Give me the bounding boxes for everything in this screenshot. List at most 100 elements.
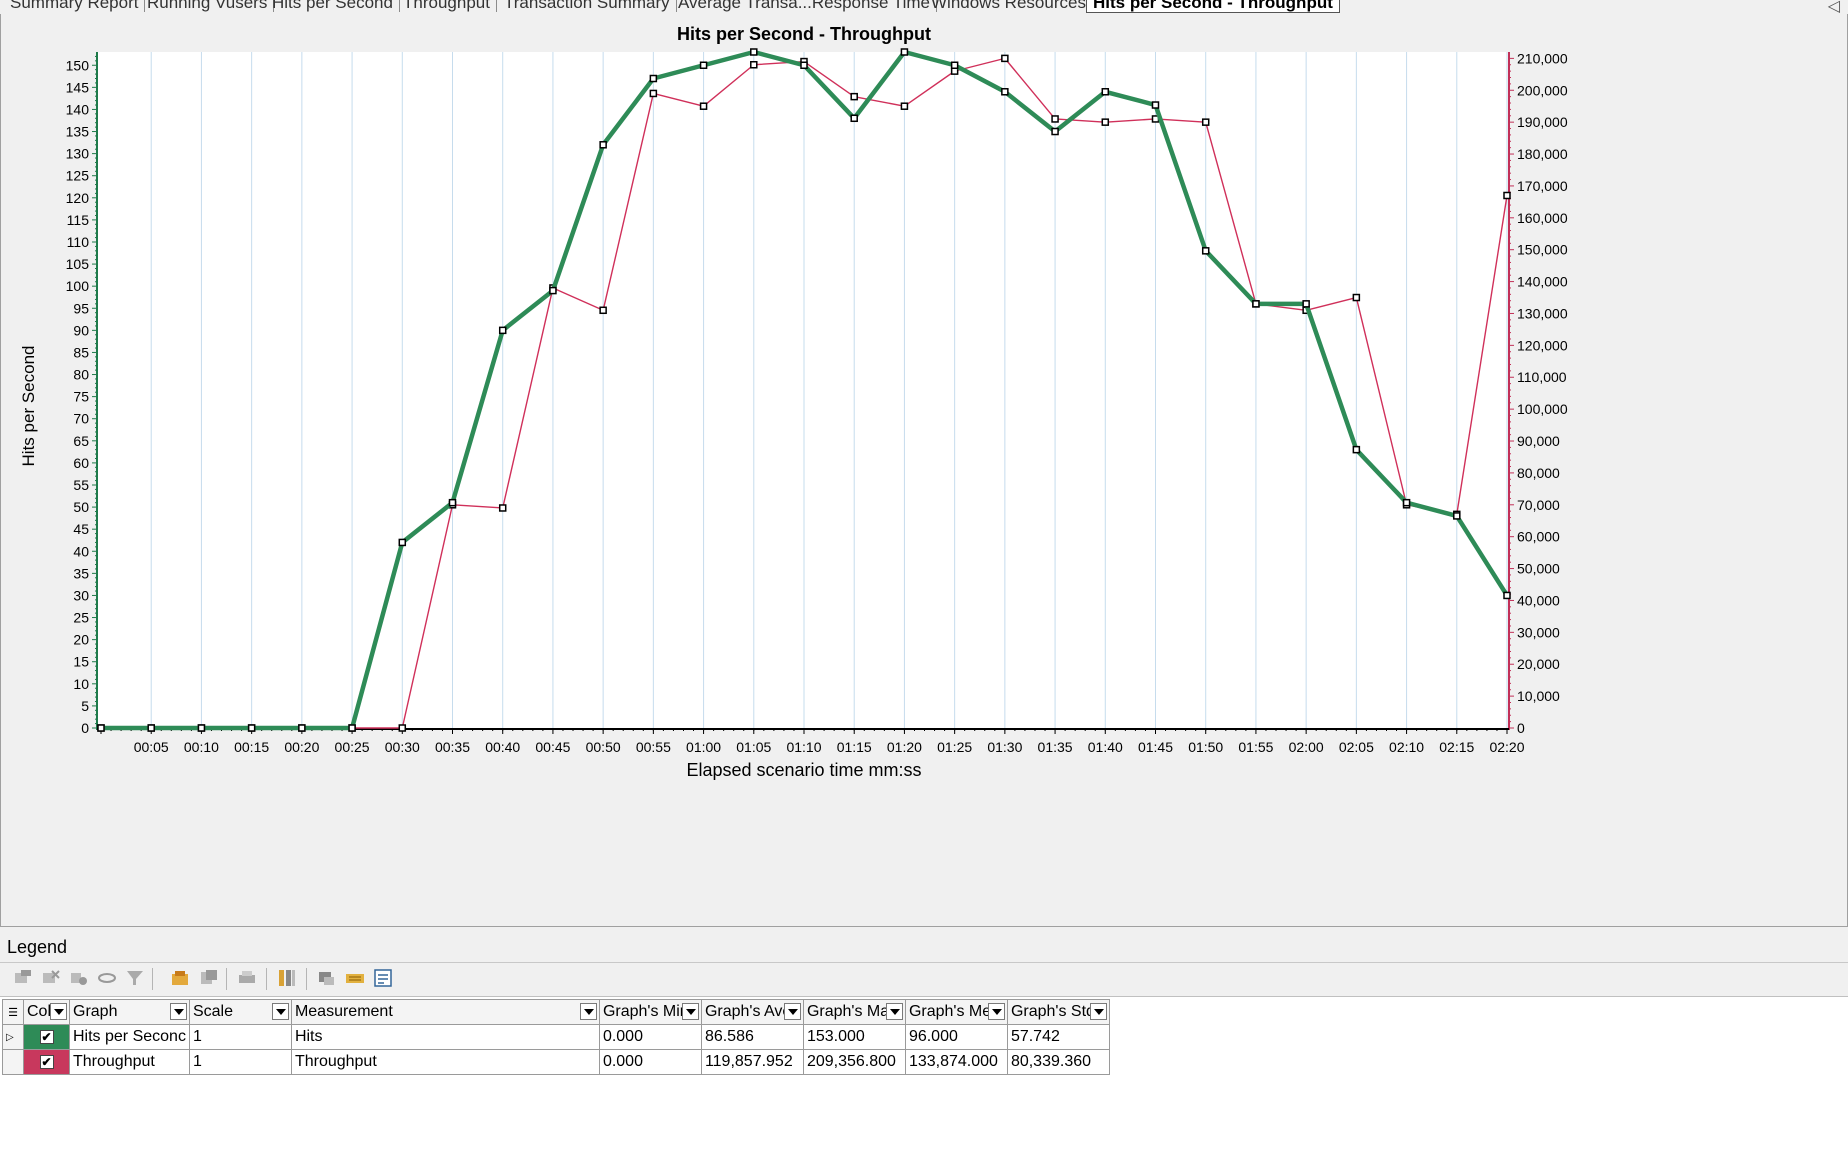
data-point-throughput[interactable] bbox=[699, 102, 708, 110]
tab-windows-resources[interactable]: Windows Resources bbox=[925, 0, 1093, 12]
column-header-avg[interactable]: Graph's Ave bbox=[700, 999, 804, 1025]
hide-graph-icon[interactable] bbox=[40, 968, 62, 988]
data-point-hits[interactable] bbox=[1001, 88, 1009, 96]
legend-cell-scale[interactable]: 1 bbox=[188, 1049, 292, 1075]
export-icon[interactable] bbox=[170, 968, 192, 988]
legend-cell-scale[interactable]: 1 bbox=[188, 1024, 292, 1050]
tab-running-vusers[interactable]: Running Vusers bbox=[141, 0, 275, 12]
x-tick-label: 01:20 bbox=[887, 739, 922, 755]
configure-measurement-icon[interactable] bbox=[68, 968, 90, 988]
chevron-down-icon[interactable] bbox=[681, 1003, 699, 1020]
data-point-throughput[interactable] bbox=[1503, 191, 1511, 200]
series-color-swatch[interactable]: ✔ bbox=[23, 1049, 70, 1075]
data-point-throughput[interactable] bbox=[850, 92, 858, 101]
x-tick-label: 02:20 bbox=[1489, 739, 1524, 755]
highlight-icon[interactable] bbox=[344, 968, 366, 988]
legend-row-hits[interactable]: ▷ ✔ Hits per Seconc 1 Hits 0.000 86.586 … bbox=[2, 1024, 1110, 1050]
chevron-down-icon[interactable] bbox=[987, 1003, 1005, 1020]
data-point-hits[interactable] bbox=[1352, 445, 1361, 454]
chevron-down-icon[interactable] bbox=[1089, 1003, 1107, 1020]
column-header-scale[interactable]: Scale bbox=[188, 999, 292, 1025]
chevron-down-icon[interactable] bbox=[579, 1003, 597, 1020]
data-point-hits[interactable] bbox=[348, 724, 356, 732]
data-point-hits[interactable] bbox=[950, 61, 959, 70]
tab-transaction-summary[interactable]: Transaction Summary bbox=[498, 0, 677, 12]
filter-icon[interactable] bbox=[124, 968, 146, 988]
data-point-throughput[interactable] bbox=[750, 61, 758, 69]
y-tick-label-left: 5 bbox=[81, 698, 89, 714]
tab-scroll-left-icon[interactable]: ◁ bbox=[1828, 0, 1840, 14]
data-point-hits[interactable] bbox=[1151, 101, 1160, 109]
tab-throughput[interactable]: Throughput bbox=[397, 0, 497, 12]
chevron-down-icon[interactable] bbox=[783, 1003, 801, 1020]
chevron-down-icon[interactable] bbox=[169, 1003, 187, 1020]
column-header-median[interactable]: Graph's Med bbox=[904, 999, 1008, 1025]
data-point-throughput[interactable] bbox=[950, 67, 959, 75]
data-point-hits[interactable] bbox=[147, 724, 155, 732]
data-point-hits[interactable] bbox=[850, 114, 858, 123]
data-point-throughput[interactable] bbox=[649, 89, 658, 98]
data-point-hits[interactable] bbox=[197, 724, 206, 732]
column-header-color[interactable]: Col bbox=[23, 999, 70, 1025]
chevron-down-icon[interactable] bbox=[271, 1003, 289, 1020]
data-point-throughput[interactable] bbox=[1352, 293, 1361, 302]
data-point-hits[interactable] bbox=[247, 724, 256, 732]
tab-hits-per-second-throughput[interactable]: Hits per Second - Throughput bbox=[1086, 0, 1340, 13]
data-point-throughput[interactable] bbox=[398, 724, 407, 732]
data-point-throughput[interactable] bbox=[1101, 118, 1110, 126]
print-icon[interactable] bbox=[236, 968, 258, 988]
data-point-hits[interactable] bbox=[800, 61, 808, 70]
data-point-hits[interactable] bbox=[1101, 88, 1110, 96]
column-header-std[interactable]: Graph's Std. bbox=[1006, 999, 1110, 1025]
data-point-hits[interactable] bbox=[649, 74, 658, 83]
data-point-hits[interactable] bbox=[1503, 591, 1511, 600]
tab-summary-report[interactable]: Summary Report bbox=[4, 0, 146, 12]
data-point-hits[interactable] bbox=[549, 286, 557, 295]
data-point-throughput[interactable] bbox=[1051, 115, 1059, 123]
column-header-graph[interactable]: Graph bbox=[69, 999, 190, 1025]
data-point-throughput[interactable] bbox=[498, 504, 507, 512]
column-header-min[interactable]: Graph's Mini bbox=[598, 999, 702, 1025]
y-tick-label-right: 40,000 bbox=[1517, 592, 1560, 608]
data-point-hits[interactable] bbox=[699, 61, 708, 70]
data-point-hits[interactable] bbox=[1201, 247, 1210, 255]
column-header-measurement[interactable]: Measurement bbox=[290, 999, 600, 1025]
x-tick-label: 01:25 bbox=[937, 739, 972, 755]
properties-icon[interactable] bbox=[372, 968, 394, 988]
data-point-hits[interactable] bbox=[1302, 300, 1310, 308]
series-color-swatch[interactable]: ✔ bbox=[23, 1024, 70, 1050]
data-point-hits[interactable] bbox=[298, 724, 306, 732]
legend-row-throughput[interactable]: ✔ Throughput 1 Throughput 0.000 119,857.… bbox=[2, 1049, 1110, 1075]
data-point-throughput[interactable] bbox=[599, 306, 607, 315]
data-point-hits[interactable] bbox=[1453, 512, 1461, 520]
data-point-hits[interactable] bbox=[1051, 127, 1059, 136]
animate-icon[interactable] bbox=[316, 968, 338, 988]
y-tick-label-right: 0 bbox=[1517, 720, 1525, 736]
show-all-icon[interactable] bbox=[96, 968, 118, 988]
data-point-throughput[interactable] bbox=[1201, 118, 1210, 126]
data-point-hits[interactable] bbox=[900, 48, 909, 56]
chevron-down-icon[interactable] bbox=[50, 1003, 67, 1020]
visibility-checkbox[interactable]: ✔ bbox=[39, 1055, 54, 1069]
data-point-throughput[interactable] bbox=[1001, 54, 1009, 63]
data-point-hits[interactable] bbox=[750, 48, 758, 56]
data-point-hits[interactable] bbox=[97, 724, 105, 732]
tab-average-transaction-response-time[interactable]: Average Transa...Response Time bbox=[672, 0, 937, 12]
data-point-hits[interactable] bbox=[599, 141, 607, 149]
data-point-hits[interactable] bbox=[448, 498, 457, 507]
data-point-hits[interactable] bbox=[1252, 300, 1260, 308]
y-tick-label-left: 30 bbox=[73, 587, 89, 603]
data-point-hits[interactable] bbox=[398, 538, 407, 547]
columns-icon[interactable] bbox=[276, 968, 298, 988]
data-point-hits[interactable] bbox=[1402, 498, 1411, 507]
tab-hits-per-second[interactable]: Hits per Second bbox=[266, 0, 400, 12]
visibility-checkbox[interactable]: ✔ bbox=[39, 1030, 54, 1044]
y-tick-label-left: 110 bbox=[67, 234, 90, 250]
data-point-throughput[interactable] bbox=[900, 102, 909, 110]
data-point-hits[interactable] bbox=[498, 326, 507, 335]
column-header-max[interactable]: Graph's Max bbox=[802, 999, 906, 1025]
show-graph-icon[interactable] bbox=[12, 968, 34, 988]
copy-icon[interactable] bbox=[198, 968, 220, 988]
chevron-down-icon[interactable] bbox=[885, 1003, 903, 1020]
column-chooser-icon[interactable]: ☰ bbox=[2, 999, 24, 1025]
